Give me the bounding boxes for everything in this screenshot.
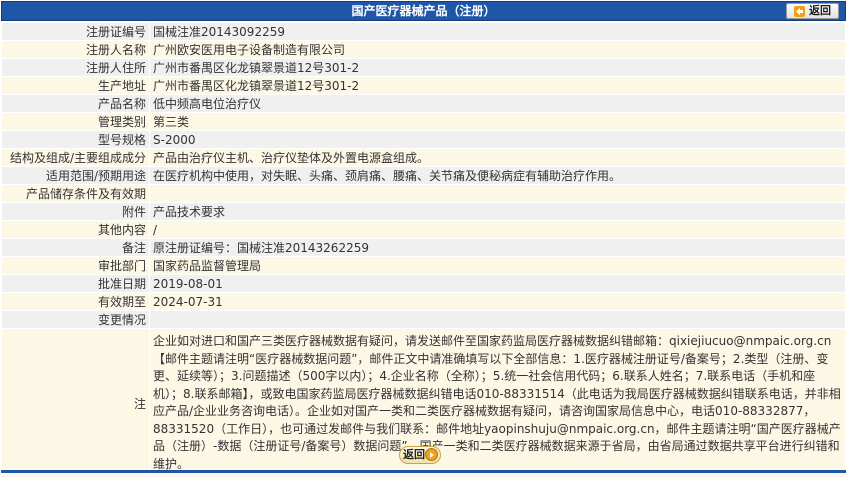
field-row-category: 管理类别 第三类: [1, 112, 846, 131]
field-label: 有效期至: [1, 292, 150, 311]
field-label: 备注: [1, 238, 150, 257]
field-label: 生产地址: [1, 76, 150, 95]
field-label: 审批部门: [1, 256, 150, 275]
field-label: 管理类别: [1, 112, 150, 131]
field-row-attachment: 附件 产品技术要求: [1, 202, 846, 221]
field-label: 型号规格: [1, 130, 150, 149]
back-button-bottom[interactable]: 返回: [399, 443, 441, 467]
field-row-registrant-name: 注册人名称 广州欧安医用电子设备制造有限公司: [1, 40, 846, 59]
field-row-model: 型号规格 S-2000: [1, 130, 846, 149]
field-label: 结构及组成/主要组成成分: [1, 148, 150, 167]
field-value: 广州市番禺区化龙镇翠景道12号301-2: [149, 58, 846, 77]
field-value: 低中频高电位治疗仪: [149, 94, 846, 113]
field-value: 国械注准20143092259: [149, 22, 846, 41]
field-value: /: [149, 220, 846, 239]
field-label: 产品储存条件及有效期: [1, 184, 150, 203]
field-value: 2024-07-31: [149, 292, 846, 311]
field-label: 批准日期: [1, 274, 150, 293]
field-row-approval-dept: 审批部门 国家药品监督管理局: [1, 256, 846, 275]
field-label: 注册人住所: [1, 58, 150, 77]
back-arrow-icon: [794, 5, 805, 17]
back-button-top[interactable]: 返回: [786, 3, 839, 19]
header-bar: 国产医疗器械产品（注册） 返回: [1, 1, 846, 21]
detail-table: 注册证编号 国械注准20143092259 注册人名称 广州欧安医用电子设备制造…: [1, 22, 846, 478]
detail-page: 国产医疗器械产品（注册） 返回 注册证编号 国械注准20143092259 注册…: [0, 0, 850, 501]
field-row-product-name: 产品名称 低中频高电位治疗仪: [1, 94, 846, 113]
field-value: 产品由治疗仪主机、治疗仪垫体及外置电源盒组成。: [149, 148, 846, 167]
field-label: 注册证编号: [1, 22, 150, 41]
field-label: 注册人名称: [1, 40, 150, 59]
field-label: 附件: [1, 202, 150, 221]
field-label: 适用范围/预期用途: [1, 166, 150, 185]
page-title: 国产医疗器械产品（注册）: [351, 4, 496, 18]
field-row-valid-until: 有效期至 2024-07-31: [1, 292, 846, 311]
field-row-changes: 变更情况: [1, 310, 846, 329]
field-row-other: 其他内容 /: [1, 220, 846, 239]
field-value: 广州市番禺区化龙镇翠景道12号301-2: [149, 76, 846, 95]
field-value: 第三类: [149, 112, 846, 131]
field-row-production-address: 生产地址 广州市番禺区化龙镇翠景道12号301-2: [1, 76, 846, 95]
back-circle-arrow-icon: [425, 448, 438, 461]
field-row-structure: 结构及组成/主要组成成分 产品由治疗仪主机、治疗仪垫体及外置电源盒组成。: [1, 148, 846, 167]
field-value: 2019-08-01: [149, 274, 846, 293]
field-value: 在医疗机构中使用，对失眠、头痛、颈肩痛、腰痛、关节痛及便秘病症有辅助治疗作用。: [149, 166, 846, 185]
field-row-intended-use: 适用范围/预期用途 在医疗机构中使用，对失眠、头痛、颈肩痛、腰痛、关节痛及便秘病…: [1, 166, 846, 185]
field-value: 国家药品监督管理局: [149, 256, 846, 275]
field-value: 广州欧安医用电子设备制造有限公司: [149, 40, 846, 59]
field-row-storage: 产品储存条件及有效期: [1, 184, 846, 203]
note-value: 企业如对进口和国产三类医疗器械数据有疑问，请发送邮件至国家药监局医疗器械数据纠错…: [149, 328, 846, 478]
note-text: 企业如对进口和国产三类医疗器械数据有疑问，请发送邮件至国家药监局医疗器械数据纠错…: [153, 334, 841, 471]
field-value: 产品技术要求: [149, 202, 846, 221]
note-label: 注: [1, 328, 150, 478]
field-value: [149, 310, 846, 329]
field-label: 变更情况: [1, 310, 150, 329]
field-label: 产品名称: [1, 94, 150, 113]
back-button-bottom-label: 返回: [403, 448, 425, 461]
bottom-divider: [1, 470, 846, 473]
back-button-top-label: 返回: [809, 4, 831, 17]
field-value: 原注册证编号：国械注准20143262259: [149, 238, 846, 257]
field-value: [149, 184, 846, 203]
field-row-reg-no: 注册证编号 国械注准20143092259: [1, 22, 846, 41]
field-row-remarks: 备注 原注册证编号：国械注准20143262259: [1, 238, 846, 257]
field-value: S-2000: [149, 130, 846, 149]
field-row-registrant-address: 注册人住所 广州市番禺区化龙镇翠景道12号301-2: [1, 58, 846, 77]
field-label: 其他内容: [1, 220, 150, 239]
field-row-approval-date: 批准日期 2019-08-01: [1, 274, 846, 293]
